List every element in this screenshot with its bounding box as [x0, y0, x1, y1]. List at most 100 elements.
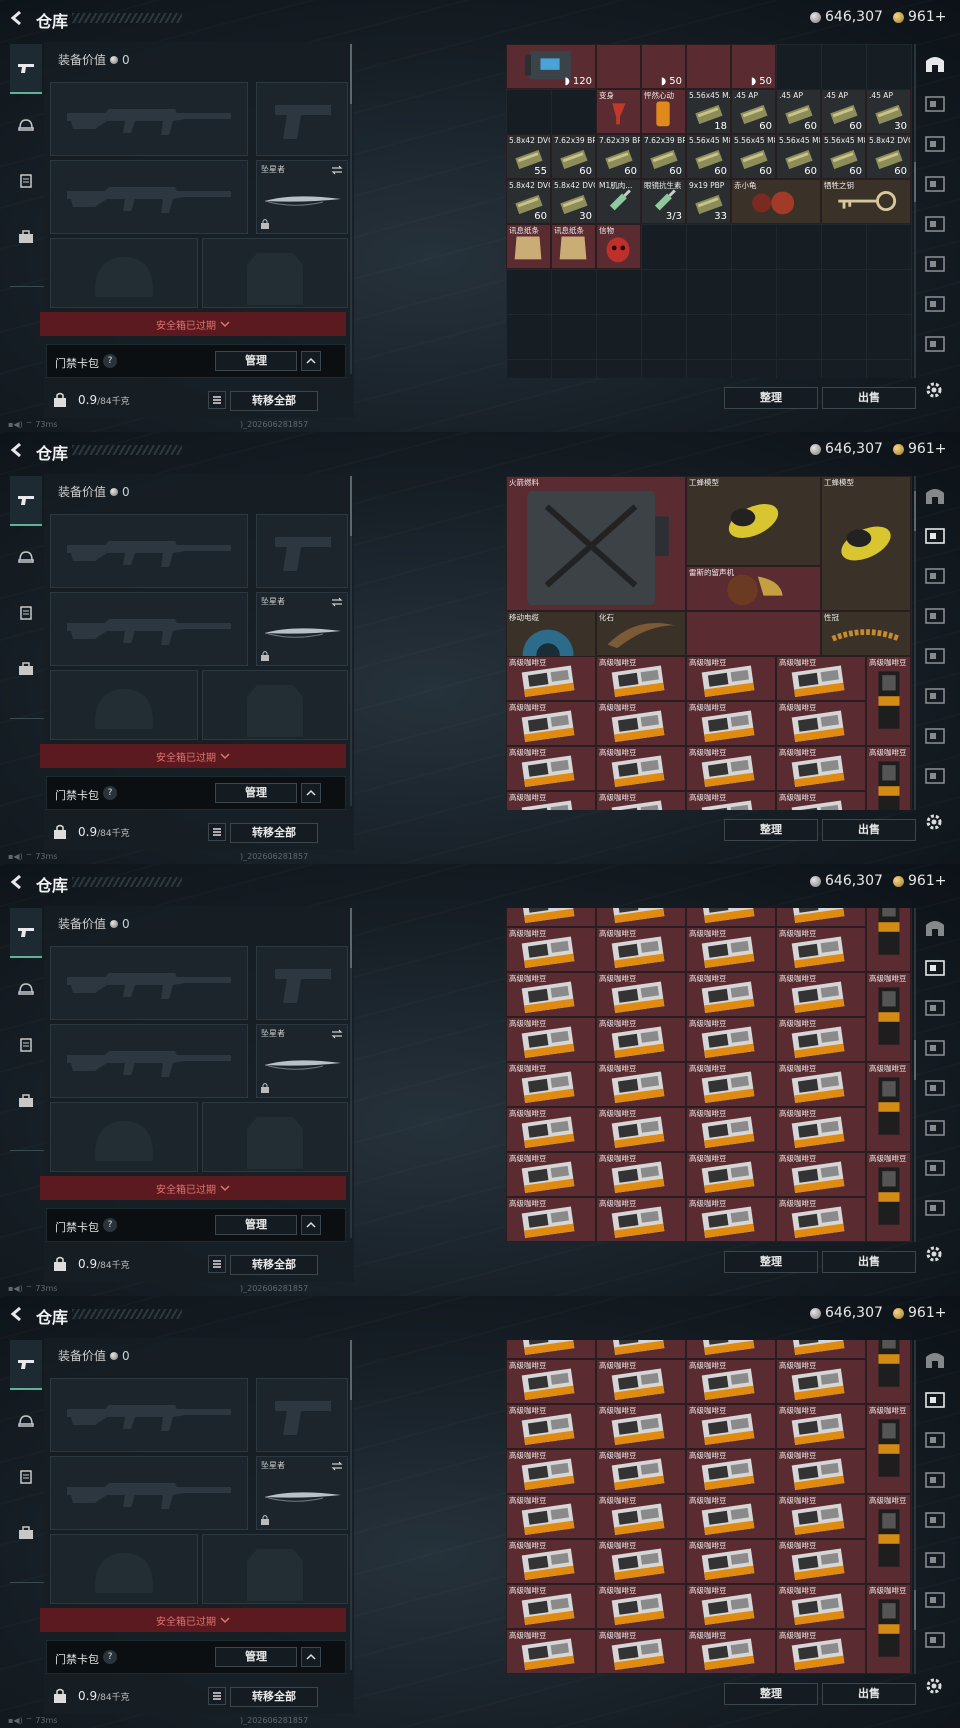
stash-item[interactable]: 高级咖啡豆 [596, 908, 686, 927]
gear-icon[interactable] [924, 812, 944, 832]
stash-item[interactable]: 高级咖啡豆 [596, 1340, 686, 1359]
helmet-icon[interactable] [10, 532, 42, 582]
helmet-slot[interactable] [50, 238, 198, 308]
stash-item[interactable]: 高级咖啡豆 [596, 1152, 686, 1197]
stash-item[interactable]: 高级咖啡豆 [686, 1107, 776, 1152]
stash-item[interactable]: 高级咖啡豆 [596, 701, 686, 746]
swap-icon[interactable] [331, 597, 343, 607]
sell-button[interactable]: 出售 [822, 1683, 916, 1705]
cat1-icon[interactable] [923, 956, 947, 980]
stash-item[interactable]: 5.56x45 M855A1 60 [776, 134, 821, 179]
stash-item[interactable]: 工蜂模型 [686, 476, 821, 566]
stash-item[interactable]: 高级咖啡豆 [866, 1584, 911, 1674]
armor-slot[interactable] [202, 670, 348, 740]
secondary-weapon-slot[interactable] [50, 1024, 248, 1098]
cat5-icon[interactable] [923, 1548, 947, 1572]
cat2-icon[interactable] [923, 564, 947, 588]
stash-home-icon[interactable] [923, 52, 947, 76]
cat4-icon[interactable] [923, 644, 947, 668]
swap-icon[interactable] [331, 1461, 343, 1471]
stash-item[interactable]: 高级咖啡豆 [776, 1629, 866, 1674]
gold-currency[interactable]: 961+ [893, 873, 946, 889]
helmet-icon[interactable] [10, 100, 42, 150]
stash-item[interactable]: 高级咖啡豆 [686, 1062, 776, 1107]
gear-icon[interactable] [924, 1244, 944, 1264]
help-icon[interactable]: ? [103, 786, 117, 800]
cat7-icon[interactable] [923, 1196, 947, 1220]
cat6-icon[interactable] [923, 724, 947, 748]
expand-button[interactable] [301, 1215, 321, 1235]
gold-currency[interactable]: 961+ [893, 1305, 946, 1321]
pistol-slot[interactable] [256, 514, 348, 588]
stash-item[interactable]: 高级咖啡豆 [776, 701, 866, 746]
cat3-icon[interactable] [923, 1036, 947, 1060]
sell-button[interactable]: 出售 [822, 819, 916, 841]
stash-item[interactable]: 火箭燃料 [506, 476, 686, 611]
stash-item[interactable]: 高级咖啡豆 [506, 701, 596, 746]
warehouse-scrollbar[interactable] [914, 908, 916, 1242]
stash-item[interactable]: 高级咖啡豆 [506, 1062, 596, 1107]
vest-icon[interactable] [10, 1452, 42, 1502]
stash-item[interactable]: 高级咖啡豆 [596, 1017, 686, 1062]
gold-currency[interactable]: 961+ [893, 441, 946, 457]
stash-item[interactable]: 高级咖啡豆 [596, 791, 686, 810]
stash-item[interactable]: 变身 [596, 89, 641, 134]
secondary-weapon-slot[interactable] [50, 1456, 248, 1530]
sell-button[interactable]: 出售 [822, 1251, 916, 1273]
stash-item[interactable]: 高级咖啡豆 [776, 1197, 866, 1242]
stash-item[interactable]: 雷斯的留声机 [686, 566, 821, 611]
stash-item[interactable]: ◗ 50 [641, 44, 686, 89]
stash-item[interactable]: 高级咖啡豆 [596, 1629, 686, 1674]
list-icon[interactable] [208, 391, 226, 409]
stash-item[interactable]: 高级咖啡豆 [686, 1584, 776, 1629]
stash-item[interactable]: .45 AP 60 [776, 89, 821, 134]
cat3-icon[interactable] [923, 1468, 947, 1492]
helmet-slot[interactable] [50, 670, 198, 740]
stash-item[interactable] [686, 611, 821, 656]
cat3-icon[interactable] [923, 604, 947, 628]
stash-item[interactable]: 高级咖啡豆 [506, 656, 596, 701]
manage-button[interactable]: 管理 [215, 783, 297, 803]
warehouse-grid[interactable]: ◗ 120 ◗ 50 ◗ 50 变身 怦然心动 5.56x45 M... 18 .45 AP 6… [506, 44, 912, 378]
cat2-icon[interactable] [923, 1428, 947, 1452]
cat5-icon[interactable] [923, 1116, 947, 1140]
help-icon[interactable]: ? [103, 1218, 117, 1232]
pistol-slot[interactable] [256, 82, 348, 156]
gear-icon[interactable] [924, 1676, 944, 1696]
gun-icon[interactable] [10, 1340, 42, 1390]
stash-item[interactable]: ◗ 120 [506, 44, 596, 89]
stash-item[interactable]: 高级咖啡豆 [686, 701, 776, 746]
stash-item[interactable]: ◗ 50 [731, 44, 776, 89]
gold-currency[interactable]: 961+ [893, 9, 946, 25]
cat2-icon[interactable] [923, 996, 947, 1020]
stash-item[interactable]: 5.56x45 M... 18 [686, 89, 731, 134]
cat7-icon[interactable] [923, 764, 947, 788]
warehouse-scrollbar[interactable] [914, 476, 916, 810]
cat6-icon[interactable] [923, 292, 947, 316]
stash-item[interactable]: 高级咖啡豆 [866, 746, 911, 810]
armor-slot[interactable] [202, 1102, 348, 1172]
stash-item[interactable]: 高级咖啡豆 [866, 1404, 911, 1494]
stash-item[interactable]: 高级咖啡豆 [506, 1539, 596, 1584]
stash-item[interactable]: 高级咖啡豆 [776, 1449, 866, 1494]
cat5-icon[interactable] [923, 684, 947, 708]
cat1-icon[interactable] [923, 92, 947, 116]
equipment-scrollbar[interactable] [350, 44, 352, 374]
stash-item[interactable]: 高级咖啡豆 [506, 791, 596, 810]
primary-weapon-slot[interactable] [50, 514, 248, 588]
stash-item[interactable]: 高级咖啡豆 [596, 1107, 686, 1152]
stash-item[interactable]: 5.56x45 M855A1 60 [821, 134, 866, 179]
list-icon[interactable] [208, 1255, 226, 1273]
secure-box-expired-bar[interactable]: 安全箱已过期 [40, 744, 346, 768]
stash-item[interactable]: 高级咖啡豆 [506, 1629, 596, 1674]
pistol-slot[interactable] [256, 1378, 348, 1452]
stash-item[interactable]: 高级咖啡豆 [506, 1359, 596, 1404]
cat1-icon[interactable] [923, 524, 947, 548]
stash-item[interactable]: 高级咖啡豆 [776, 1062, 866, 1107]
stash-item[interactable]: 化石 [596, 611, 686, 656]
stash-item[interactable]: 高级咖啡豆 [686, 656, 776, 701]
stash-item[interactable]: 高级咖啡豆 [596, 972, 686, 1017]
warehouse-grid[interactable]: 火箭燃料 工蜂模型 工蜂模型 雷斯的留声机 移动电缆 化石 性冠 高级咖啡豆 高级咖啡豆 高级咖啡… [506, 476, 912, 810]
stash-item[interactable]: 高级咖啡豆 [596, 1494, 686, 1539]
stash-item[interactable]: 高级咖啡豆 [776, 656, 866, 701]
